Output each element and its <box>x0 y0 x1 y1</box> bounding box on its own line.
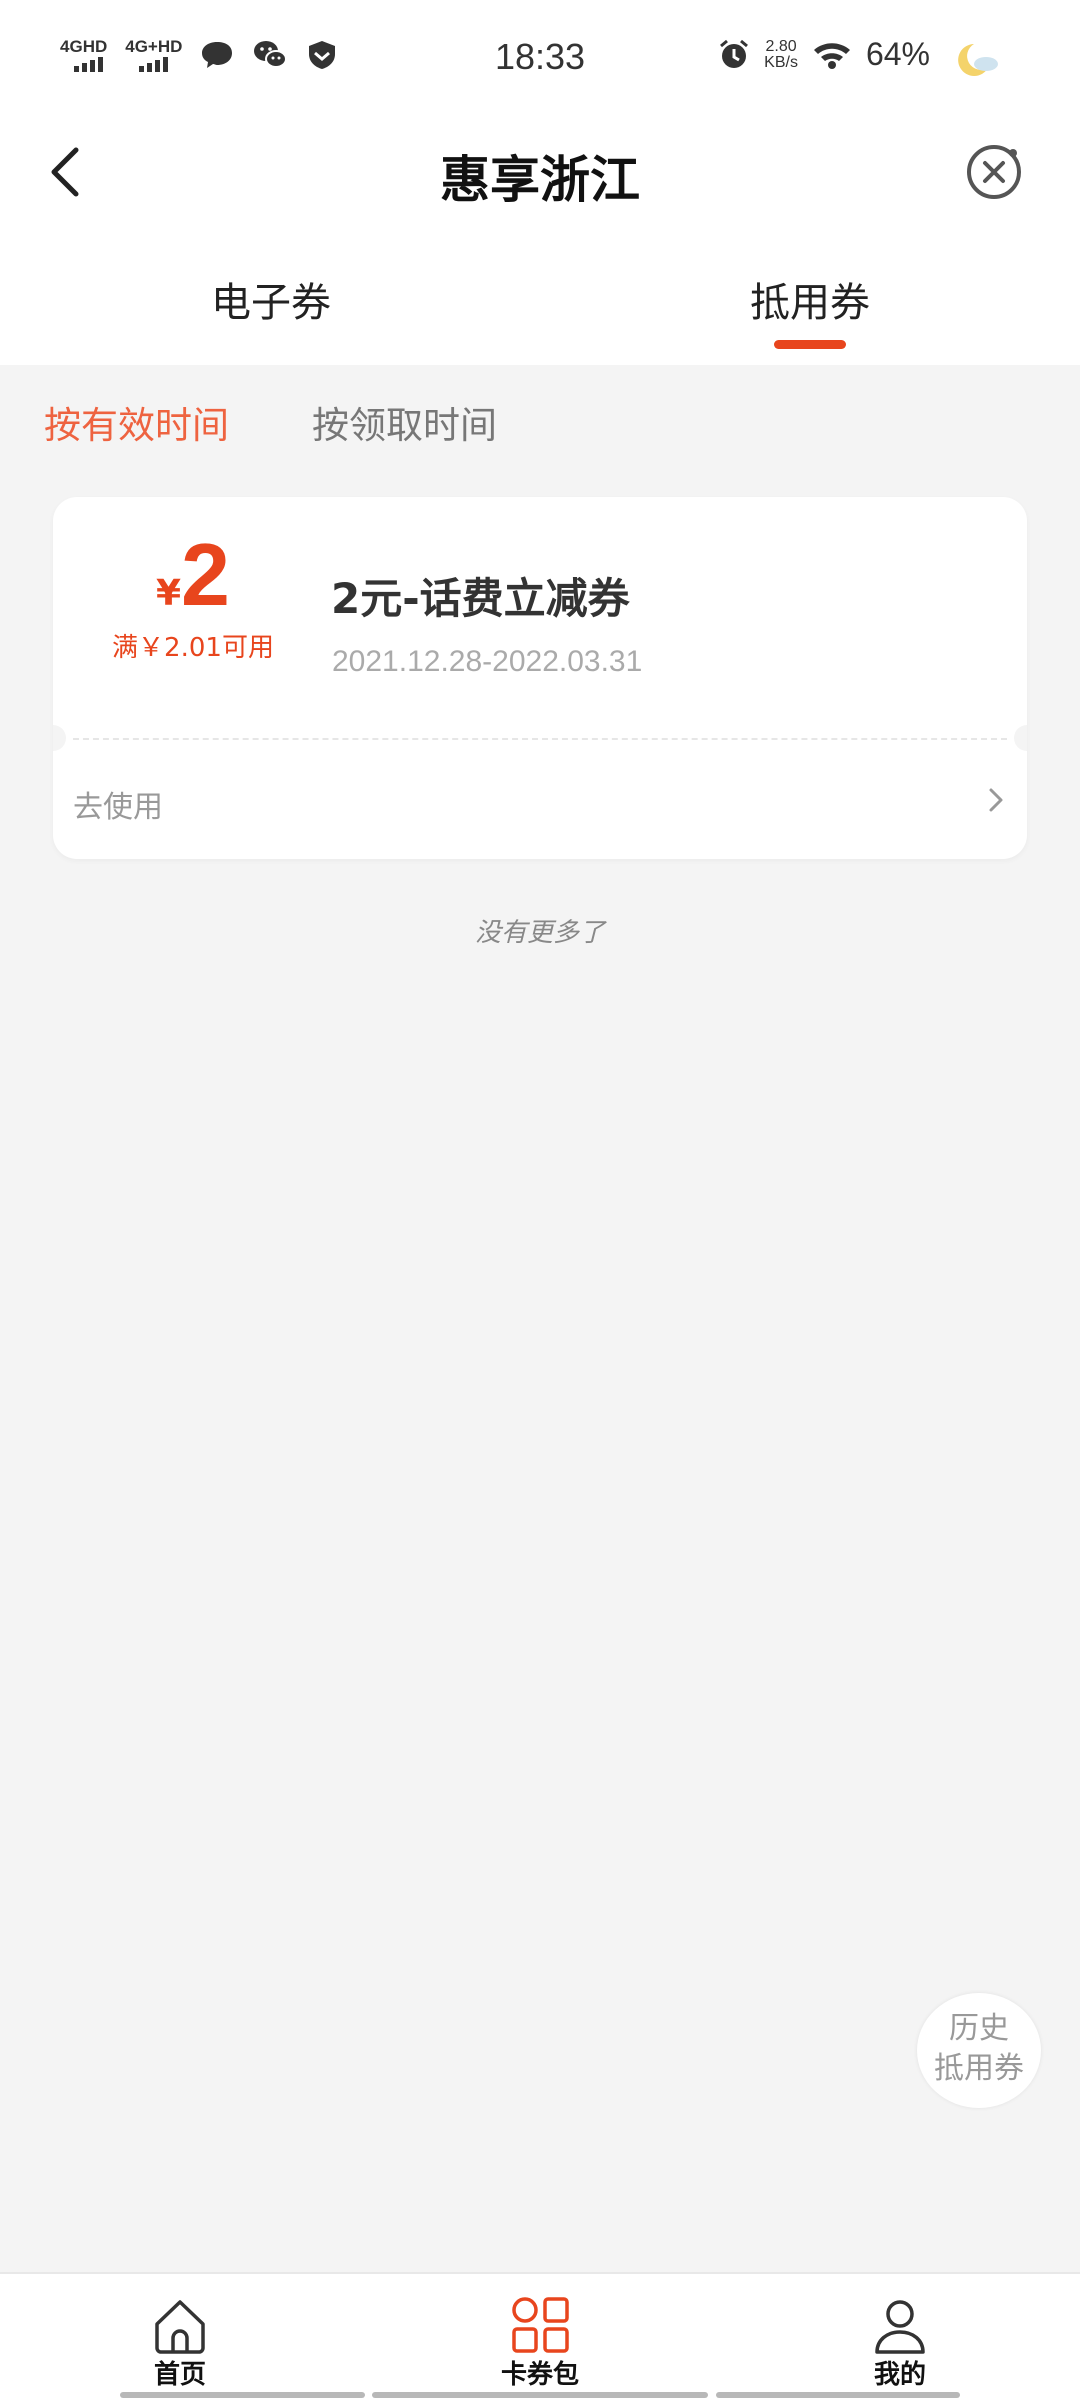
page-title: 惠享浙江 <box>440 151 640 209</box>
status-bar: 4GHD 4G+HD 18:33 2.80 KB/s 64% <box>0 0 1080 120</box>
user-icon <box>875 2300 925 2354</box>
card-divider <box>73 738 1007 740</box>
currency-symbol: ¥ <box>155 573 182 614</box>
home-icon <box>155 2300 205 2354</box>
nav-home[interactable]: 首页 <box>80 2294 280 2391</box>
bottom-nav: 首页 卡券包 我的 <box>0 2272 1080 2402</box>
chevron-right-icon[interactable] <box>983 785 1009 815</box>
coupon-value: 2 <box>181 525 230 624</box>
nav-home-label: 首页 <box>153 2360 206 2390</box>
gesture-bar <box>716 2392 960 2398</box>
coupon-card[interactable]: ¥2 满￥2.01可用 2元-话费立减券 2021.12.28-2022.03.… <box>53 497 1027 859</box>
status-right: 2.80 KB/s 64% <box>718 36 930 73</box>
tab-voucher[interactable]: 抵用券 <box>660 270 960 328</box>
coupon-amount: ¥2 <box>93 527 293 623</box>
sort-by-received[interactable]: 按领取时间 <box>312 395 497 449</box>
nav-me[interactable]: 我的 <box>800 2294 1000 2391</box>
history-line1: 历史 <box>949 2011 1009 2046</box>
nav-coupon-wallet[interactable]: 卡券包 <box>440 2294 640 2391</box>
battery-percent: 64% <box>865 36 930 72</box>
history-line2: 抵用券 <box>934 2051 1024 2086</box>
tab-bar: 电子券 抵用券 <box>0 240 1080 365</box>
moon-weather-icon <box>958 44 998 76</box>
coupon-validity: 2021.12.28-2022.03.31 <box>332 645 643 678</box>
nav-coupon-wallet-label: 卡券包 <box>500 2360 579 2390</box>
grid-icon <box>512 2297 569 2353</box>
nav-bar: 惠享浙江 <box>0 120 1080 240</box>
alarm-icon <box>720 39 749 68</box>
nav-me-label: 我的 <box>873 2360 926 2390</box>
close-circle-icon[interactable] <box>964 142 1024 202</box>
sort-by-validity[interactable]: 按有效时间 <box>44 395 229 449</box>
use-coupon-link[interactable]: 去使用 <box>73 782 163 826</box>
gesture-bar <box>120 2392 365 2398</box>
tab-active-indicator <box>774 340 846 349</box>
net-speed: 2.80 KB/s <box>764 37 798 71</box>
tab-e-coupon[interactable]: 电子券 <box>121 270 421 328</box>
card-notch-right <box>1014 725 1027 751</box>
coupon-name: 2元-话费立减券 <box>331 574 630 623</box>
history-voucher-button[interactable]: 历史 抵用券 <box>917 1993 1041 2108</box>
card-notch-left <box>53 725 66 751</box>
gesture-bar <box>372 2392 708 2398</box>
coupon-condition: 满￥2.01可用 <box>112 633 274 663</box>
list-end-text: 没有更多了 <box>474 918 605 948</box>
wifi-icon <box>813 42 850 69</box>
